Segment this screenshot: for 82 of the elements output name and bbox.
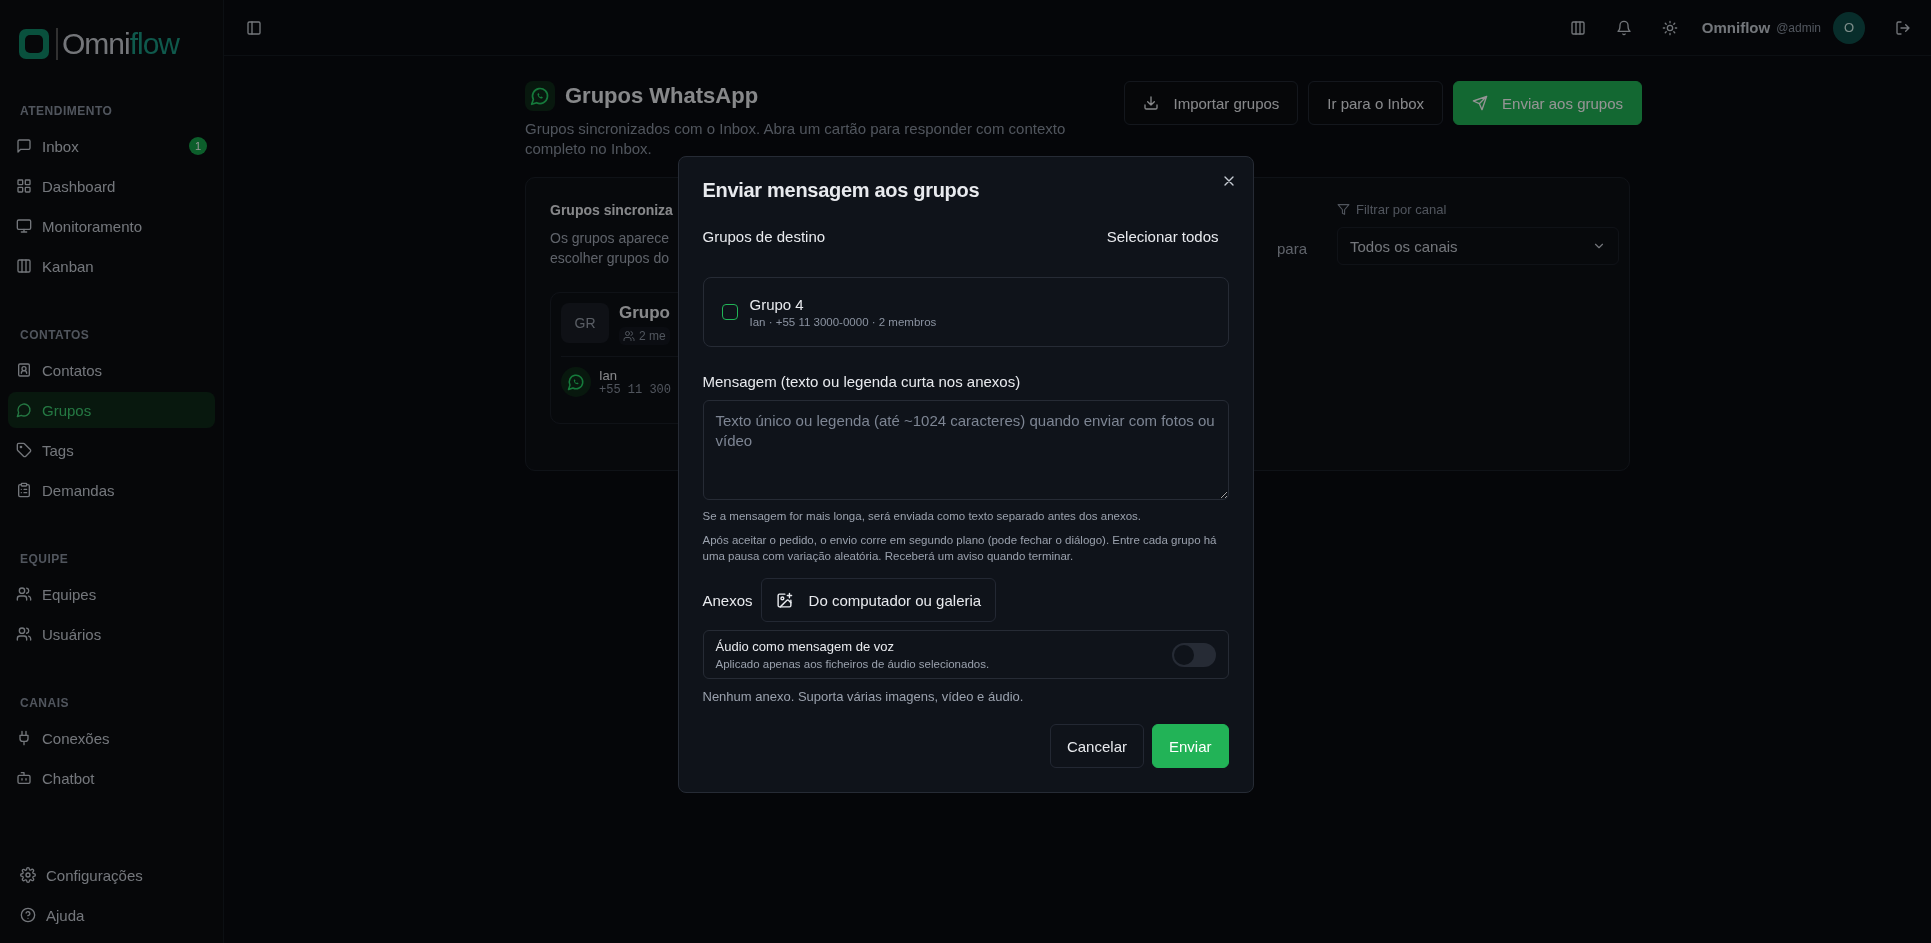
users-icon xyxy=(16,626,32,642)
sidebar-item[interactable]: Chatbot xyxy=(8,760,215,796)
users-icon xyxy=(623,330,635,342)
card-title: Grupos sincroniza xyxy=(550,202,674,218)
send-icon xyxy=(1472,95,1489,111)
filter-label: Filtrar por canal xyxy=(1356,202,1447,217)
attach-button[interactable]: Do computador ou galeria xyxy=(760,578,997,622)
dialog-button[interactable]: Cancelar xyxy=(1049,724,1144,768)
sidebar-item[interactable]: Equipes xyxy=(8,576,215,612)
group-name: Grupo 4 xyxy=(749,296,805,313)
user-handle: @admin xyxy=(1776,20,1821,35)
sidebar-item[interactable]: Dashboard xyxy=(8,168,215,204)
field-label: Grupos de destino xyxy=(702,228,826,245)
sidebar-toggle-icon[interactable] xyxy=(246,19,262,36)
page-title: Grupos WhatsApp xyxy=(565,83,759,109)
download-icon xyxy=(1143,95,1160,111)
toggle-switch[interactable] xyxy=(1171,642,1216,667)
grid-icon xyxy=(16,178,32,194)
sidebar-item[interactable]: Configurações xyxy=(8,857,215,893)
option-description: Aplicado apenas aos ficheiros de áudio selecionados. xyxy=(715,658,990,670)
action-button[interactable]: Ir para o Inbox xyxy=(1308,81,1444,125)
plug-icon xyxy=(16,730,32,746)
message-icon xyxy=(16,138,32,154)
field-label: Anexos xyxy=(702,591,753,609)
user-name: Omniflow xyxy=(1701,19,1771,36)
action-button[interactable]: Importar grupos xyxy=(1124,81,1299,125)
logo-icon xyxy=(18,28,50,60)
hint-text: Após aceitar o pedido, o envio corre em segundo plano (pode fechar o diálogo). Entre cada grupo há uma pausa com variação aleatória. Receberá um aviso quando terminar. xyxy=(702,533,1218,564)
logo-wordmark: Omniflow xyxy=(56,28,180,60)
sun-icon[interactable] xyxy=(1661,19,1678,36)
contact-name: Ian xyxy=(599,367,619,383)
sidebar-item[interactable]: Inbox 1 xyxy=(8,128,215,164)
message-field[interactable]: Texto único ou legenda (até ~1024 caracteres) quando enviar com fotos ou vídeo xyxy=(702,400,1229,500)
page-subtitle: Grupos sincronizados com o Inbox. Abra um cartão para responder com contexto completo no Inbox. xyxy=(525,119,1067,159)
checkbox[interactable] xyxy=(721,304,738,320)
sidebar-item[interactable]: Monitoramento xyxy=(8,208,215,244)
image-plus-icon xyxy=(775,591,793,609)
section-heading: ATENDIMENTO xyxy=(19,103,114,120)
robot-icon xyxy=(16,770,32,786)
user-avatar[interactable]: O xyxy=(1833,11,1865,44)
sidebar-item[interactable]: Usuários xyxy=(8,616,215,652)
attachments-status: Nenhum anexo. Suporta várias imagens, vídeo e áudio. xyxy=(702,689,1025,704)
chat-bubble-icon xyxy=(567,373,585,391)
hint-text: Se a mensagem for mais longa, será enviada como texto separado antes dos anexos. xyxy=(702,509,1143,524)
sidebar-item[interactable]: Ajuda xyxy=(8,897,215,933)
sidebar-item[interactable]: Demandas xyxy=(8,472,215,508)
logout-icon[interactable] xyxy=(1895,19,1911,36)
columns-icon xyxy=(16,258,32,274)
card-description: Os grupos aparece xyxy=(550,229,671,248)
group-name: Grupo xyxy=(619,303,670,323)
dialog-button[interactable]: Enviar xyxy=(1151,724,1229,768)
channel-select[interactable]: Todos os canais xyxy=(1337,227,1619,265)
sidebar-item[interactable]: Conexões xyxy=(8,720,215,756)
users-icon xyxy=(16,586,32,602)
contact-phone: +55 11 300 xyxy=(599,382,671,397)
group-details: Ian · +55 11 3000-0000 · 2 membros xyxy=(749,316,937,328)
section-heading: EQUIPE xyxy=(19,551,70,568)
dialog-title: Enviar mensagem aos grupos xyxy=(702,179,981,202)
section-heading: CONTATOS xyxy=(19,327,91,344)
sidebar-item[interactable]: Tags xyxy=(8,432,215,468)
sidebar-item[interactable]: Grupos xyxy=(8,392,215,428)
filter-icon xyxy=(1337,203,1350,216)
group-avatar: GR xyxy=(561,303,609,343)
sidebar-item[interactable]: Contatos xyxy=(8,352,215,388)
contact-card-icon xyxy=(16,362,32,378)
card-description: escolher grupos do xyxy=(550,249,671,268)
action-button[interactable]: Enviar aos grupos xyxy=(1453,81,1642,125)
notification-icon[interactable] xyxy=(1615,19,1632,36)
monitor-icon xyxy=(16,218,32,234)
member-count: 2 me xyxy=(619,327,670,345)
option-title: Áudio como mensagem de voz xyxy=(715,639,895,654)
count-badge: 1 xyxy=(189,137,207,155)
help-icon xyxy=(20,907,36,923)
sidebar-item[interactable]: Kanban xyxy=(8,248,215,284)
settings-icon xyxy=(20,867,36,883)
chat-bubble-icon xyxy=(16,402,32,418)
card-description: para xyxy=(1276,240,1307,257)
select-all-button[interactable]: Selecionar todos xyxy=(1094,220,1231,253)
tag-icon xyxy=(16,442,32,458)
columns-icon[interactable] xyxy=(1569,19,1586,36)
section-heading: CANAIS xyxy=(19,695,70,712)
clipboard-icon xyxy=(16,482,32,498)
